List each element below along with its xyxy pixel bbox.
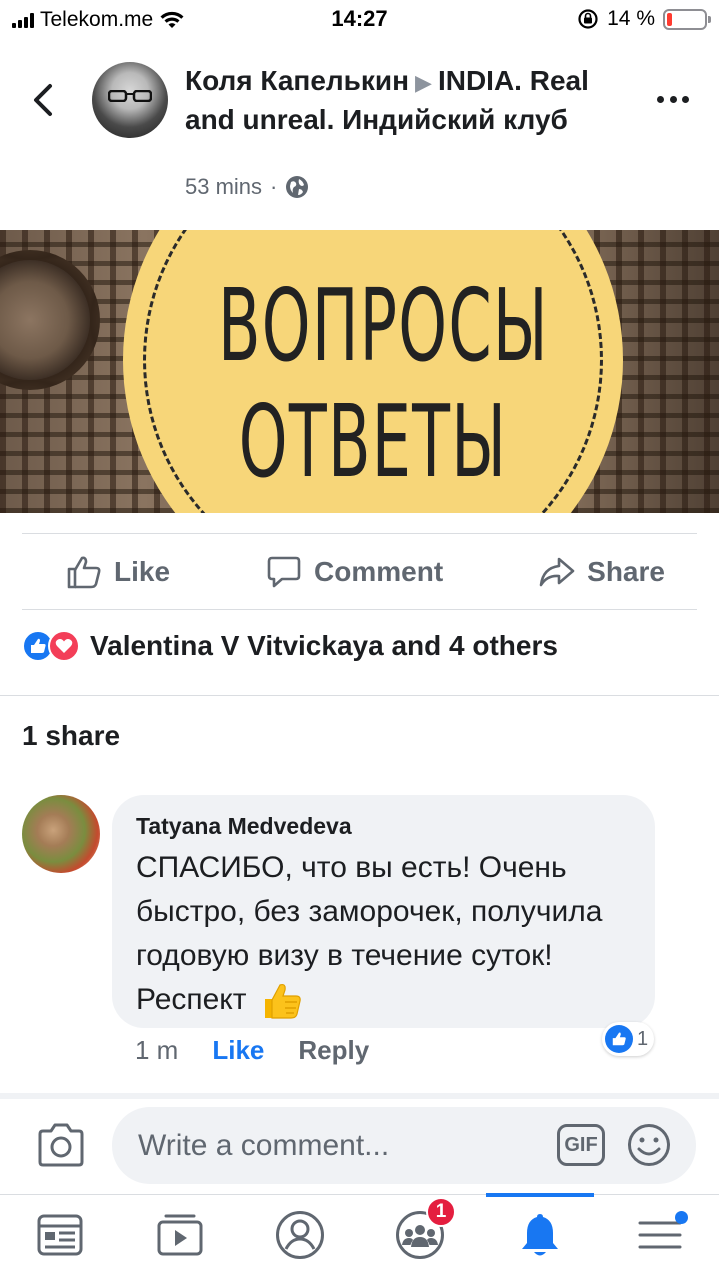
more-options-button[interactable]: [657, 96, 689, 106]
love-reaction-icon: [48, 630, 80, 662]
comment-icon: [267, 556, 301, 587]
post-actions: Like Comment Share: [22, 533, 697, 610]
play-arrow-icon: ▶: [415, 70, 432, 95]
comment-bubble[interactable]: Tatyana Medvedeva СПАСИБО, что вы есть! …: [112, 795, 655, 1028]
share-icon: [539, 557, 575, 586]
post-title: Коля Капелькин ▶ INDIA. Real and unreal. И…: [185, 62, 625, 138]
comment-like-badge[interactable]: 1: [602, 1022, 655, 1056]
banner-line-2: ОТВЕТЫ: [238, 383, 508, 500]
active-tab-indicator: [486, 1193, 594, 1197]
comment-button[interactable]: Comment: [266, 555, 443, 589]
banner-line-1: ВОПРОСЫ: [218, 267, 549, 384]
bottom-navigation: 1: [0, 1193, 719, 1280]
comment-text-wrap: СПАСИБО, что вы есть! Очень быстро, без …: [136, 846, 631, 1022]
gif-button[interactable]: GIF: [557, 1124, 605, 1166]
profile-icon: [276, 1211, 324, 1259]
like-button[interactable]: Like: [66, 555, 170, 589]
status-right: 14 %: [577, 7, 711, 31]
camera-button[interactable]: [36, 1122, 86, 1168]
comment-label: Comment: [314, 555, 444, 587]
comment-reply-button[interactable]: Reply: [298, 1035, 369, 1066]
globe-icon: [286, 176, 309, 198]
glasses-icon: [108, 90, 152, 102]
bell-icon: [522, 1214, 558, 1256]
composer-separator: [0, 1093, 719, 1099]
share-button[interactable]: Share: [539, 556, 665, 588]
comment-meta: 1 m Like Reply: [135, 1035, 369, 1066]
post-image[interactable]: ВОПРОСЫ ОТВЕТЫ: [0, 230, 719, 513]
reactions-names: Valentina V Vitvickaya and 4 others: [90, 630, 558, 661]
reactions-summary[interactable]: Valentina V Vitvickaya and 4 others: [22, 630, 558, 662]
author-name[interactable]: Коля Капелькин: [185, 65, 409, 96]
comment-text: СПАСИБО, что вы есть! Очень быстро, без …: [136, 851, 603, 1016]
like-reaction-icon: [605, 1025, 633, 1053]
news-feed-icon: [37, 1214, 83, 1256]
rotation-lock-icon: [578, 9, 598, 29]
share-label: Share: [587, 555, 665, 587]
divider: [0, 695, 719, 696]
comment-like-button[interactable]: Like: [212, 1035, 264, 1066]
temple-wheel-decoration: [0, 250, 100, 390]
author-avatar[interactable]: [92, 62, 168, 138]
nav-news-feed[interactable]: [30, 1205, 90, 1265]
comment-time: 1 m: [135, 1035, 179, 1065]
comment-like-count: 1: [637, 1027, 649, 1050]
emoji-button[interactable]: [627, 1123, 671, 1167]
shares-count[interactable]: 1 share: [22, 720, 120, 752]
battery-fill: [667, 12, 672, 26]
nav-profile[interactable]: [270, 1205, 330, 1265]
comment-input[interactable]: Write a comment...: [112, 1107, 696, 1184]
post-meta: 53 mins ·: [185, 174, 309, 200]
status-bar: Telekom.me 14:27 14 %: [0, 0, 719, 40]
post-time[interactable]: 53 mins: [185, 174, 262, 200]
meta-separator: ·: [270, 174, 278, 199]
commenter-name[interactable]: Tatyana Medvedeva: [136, 813, 631, 840]
comment-input-placeholder: Write a comment...: [138, 1128, 390, 1162]
nav-watch[interactable]: [150, 1205, 210, 1265]
video-icon: [157, 1214, 203, 1256]
menu-update-dot: [675, 1211, 688, 1224]
battery-percent: 14 %: [607, 7, 655, 30]
nav-notifications[interactable]: [510, 1205, 570, 1265]
thumbs-up-emoji-icon: [264, 984, 301, 1019]
back-button[interactable]: [24, 80, 64, 120]
battery-icon: [663, 8, 711, 30]
commenter-avatar[interactable]: [22, 795, 100, 873]
notification-badge: 1: [426, 1197, 456, 1227]
post-header: Коля Капелькин ▶ INDIA. Real and unreal. И…: [0, 44, 719, 224]
nav-menu[interactable]: [630, 1205, 690, 1265]
like-label: Like: [114, 555, 171, 587]
thumbs-up-icon: [67, 556, 101, 588]
nav-groups[interactable]: 1: [390, 1197, 456, 1265]
